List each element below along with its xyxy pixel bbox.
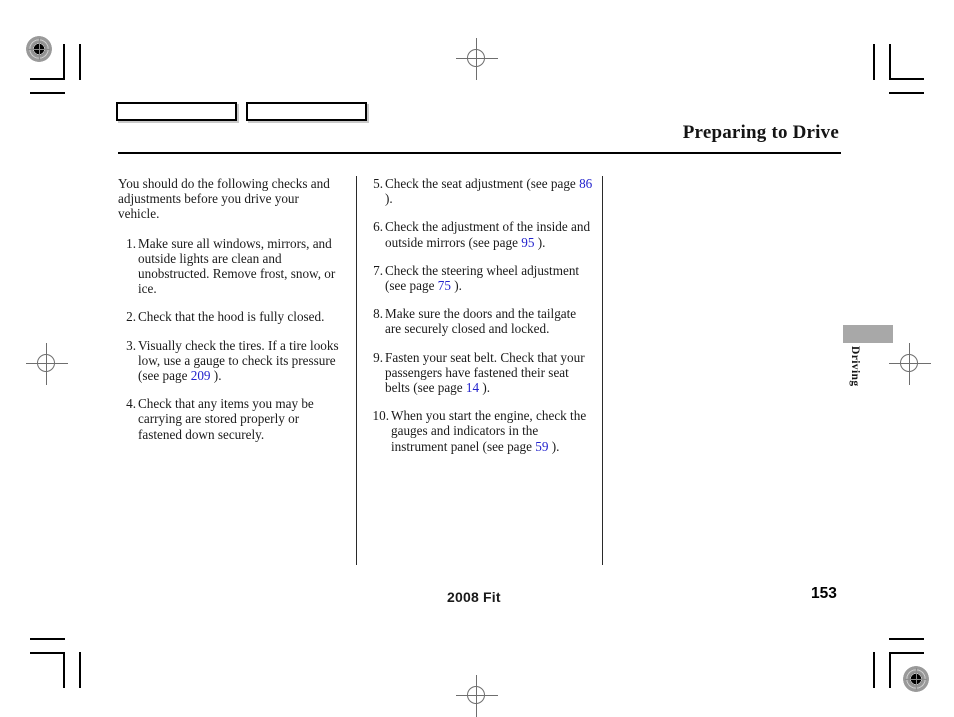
crop-mark-top-left-outer-horizontal bbox=[30, 92, 65, 94]
checklist-item-text: Check the steering wheel adjustment (see… bbox=[385, 262, 580, 294]
registration-crosshair-bottom-center bbox=[456, 675, 498, 717]
column-divider-left bbox=[356, 176, 357, 565]
checklist-item-text: Make sure all windows, mirrors, and outs… bbox=[138, 235, 336, 297]
page-title: Preparing to Drive bbox=[118, 122, 841, 144]
registration-crosshair-right-center bbox=[889, 343, 931, 385]
crop-mark-top-left-vertical bbox=[63, 44, 65, 80]
crop-mark-bottom-left-horizontal bbox=[30, 652, 65, 654]
checklist-item-text: Fasten your seat belt. Check that your p… bbox=[385, 349, 585, 396]
checklist-item: 9. Fasten your seat belt. Check that your… bbox=[365, 350, 593, 396]
header-divider-rule bbox=[118, 152, 841, 154]
checklist-item-text: Make sure the doors and the tailgate are… bbox=[385, 306, 577, 337]
checklist-item-number: 8. bbox=[373, 306, 383, 322]
crosshair-ring bbox=[467, 49, 485, 67]
checklist-item: 3. Visually check the tires. If a tire lo… bbox=[118, 338, 343, 384]
crop-mark-top-left-outer-vertical bbox=[79, 44, 81, 80]
header-box-left bbox=[116, 102, 237, 121]
crop-mark-bottom-right-vertical bbox=[889, 652, 891, 688]
intro-paragraph: You should do the following checks and a… bbox=[118, 176, 330, 222]
section-thumb-tab bbox=[843, 325, 893, 343]
page-reference-link[interactable]: 14 bbox=[466, 380, 479, 395]
content-column-left: You should do the following checks and a… bbox=[118, 176, 343, 455]
crosshair-ring bbox=[467, 686, 485, 704]
registration-target-bottom-right bbox=[903, 666, 929, 692]
crop-mark-bottom-right-outer-vertical bbox=[873, 652, 875, 688]
crosshair-ring bbox=[37, 354, 55, 372]
checklist-item-number: 2. bbox=[126, 309, 136, 325]
checklist-left: 1. Make sure all windows, mirrors, and ou… bbox=[118, 236, 343, 442]
header-box-right bbox=[246, 102, 367, 121]
column-divider-right bbox=[602, 176, 603, 565]
crop-mark-bottom-left-outer-vertical bbox=[79, 652, 81, 688]
checklist-item-text: Visually check the tires. If a tire look… bbox=[138, 337, 339, 384]
checklist-item: 4. Check that any items you may be carryi… bbox=[118, 396, 343, 442]
checklist-item: 5. Check the seat adjustment (see page 86… bbox=[365, 176, 593, 206]
crop-mark-top-left-horizontal bbox=[30, 78, 65, 80]
content-column-right: 5. Check the seat adjustment (see page 86… bbox=[365, 176, 593, 467]
checklist-item: 1. Make sure all windows, mirrors, and ou… bbox=[118, 236, 343, 297]
crop-mark-bottom-right-horizontal bbox=[889, 652, 924, 654]
checklist-item-number: 6. bbox=[373, 219, 383, 235]
checklist-item-text: Check that any items you may be carrying… bbox=[138, 396, 314, 442]
page-reference-link[interactable]: 75 bbox=[438, 278, 451, 293]
crosshair-ring bbox=[900, 354, 918, 372]
checklist-item-text: Check the adjustment of the inside and o… bbox=[385, 219, 591, 250]
checklist-item: 2. Check that the hood is fully closed. bbox=[118, 309, 343, 324]
page-reference-link[interactable]: 95 bbox=[521, 235, 534, 250]
page-reference-link[interactable]: 59 bbox=[535, 439, 548, 454]
checklist-item-number: 3. bbox=[126, 337, 136, 353]
checklist-item: 10. When you start the engine, check the … bbox=[365, 408, 593, 454]
crop-mark-bottom-right-outer-horizontal bbox=[889, 638, 924, 640]
crop-mark-bottom-left-outer-horizontal bbox=[30, 638, 65, 640]
footer-page-number: 153 bbox=[811, 585, 837, 602]
checklist-item-number: 10. bbox=[372, 408, 389, 424]
checklist-right: 5. Check the seat adjustment (see page 86… bbox=[365, 176, 593, 454]
checklist-item-text: When you start the engine, check the gau… bbox=[391, 408, 587, 454]
checklist-item-number: 7. bbox=[373, 262, 383, 278]
crop-mark-top-right-vertical bbox=[889, 44, 891, 80]
section-thumb-tab-label: Driving bbox=[849, 346, 861, 387]
page-reference-link[interactable]: 209 bbox=[191, 368, 211, 383]
checklist-item-text: Check that the hood is fully closed. bbox=[138, 309, 325, 325]
crop-mark-top-right-horizontal bbox=[889, 78, 924, 80]
crop-mark-bottom-left-vertical bbox=[63, 652, 65, 688]
page-reference-link[interactable]: 86 bbox=[579, 176, 592, 191]
checklist-item-number: 4. bbox=[126, 396, 136, 412]
registration-crosshair-top-center bbox=[456, 38, 498, 80]
registration-target-top-left bbox=[26, 36, 52, 62]
crop-mark-top-right-outer-horizontal bbox=[889, 92, 924, 94]
checklist-item-number: 5. bbox=[373, 176, 383, 191]
checklist-item: 6. Check the adjustment of the inside and… bbox=[365, 219, 593, 249]
page-title-text: Preparing to Drive bbox=[682, 122, 839, 143]
checklist-item-number: 9. bbox=[373, 349, 383, 365]
checklist-item-text: Check the seat adjustment (see page 86 )… bbox=[385, 176, 593, 207]
registration-crosshair-left-center bbox=[26, 343, 68, 385]
checklist-item: 8. Make sure the doors and the tailgate a… bbox=[365, 306, 593, 336]
checklist-item-number: 1. bbox=[126, 235, 136, 251]
footer-model-year: 2008 Fit bbox=[447, 589, 501, 605]
checklist-item: 7. Check the steering wheel adjustment (s… bbox=[365, 263, 593, 293]
crop-mark-top-right-outer-vertical bbox=[873, 44, 875, 80]
